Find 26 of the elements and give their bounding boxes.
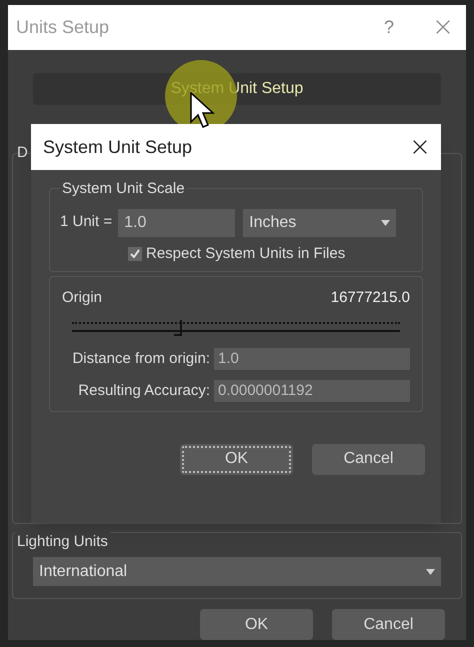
checkbox[interactable] <box>128 246 142 261</box>
readout-field[interactable]: 0.0000001192 <box>214 380 410 402</box>
dialog-title: System Unit Setup <box>43 136 194 159</box>
slider-thumb[interactable] <box>174 320 182 336</box>
close-icon[interactable] <box>411 138 429 156</box>
caret-icon <box>381 220 390 226</box>
checkbox-label: Respect System Units in Files <box>146 244 346 264</box>
dialog-button[interactable]: Cancel <box>312 444 425 474</box>
caret-icon <box>426 568 435 574</box>
unit-type-dropdown[interactable]: Inches <box>243 208 396 236</box>
origin-slider[interactable] <box>72 318 400 338</box>
dialog-button[interactable]: Cancel <box>332 609 445 640</box>
check-icon <box>130 248 140 259</box>
field-label: Resulting Accuracy: <box>78 381 210 401</box>
lighting-dropdown[interactable]: International <box>33 557 441 586</box>
dialog-button[interactable]: OK <box>200 609 313 640</box>
origin-label: Origin <box>62 288 102 308</box>
readout-field[interactable]: 1.0 <box>214 348 410 370</box>
origin-reading: 16777215.0 <box>330 288 410 308</box>
window-title: Units Setup <box>16 16 110 39</box>
group-label: D <box>17 142 28 163</box>
unit-label: 1 Unit = <box>60 212 112 232</box>
help-button[interactable]: ? <box>384 14 394 41</box>
focused-button[interactable]: OK <box>180 444 293 474</box>
field-label: Distance from origin: <box>72 348 210 368</box>
unit-value-field[interactable]: 1.0 <box>118 208 236 236</box>
